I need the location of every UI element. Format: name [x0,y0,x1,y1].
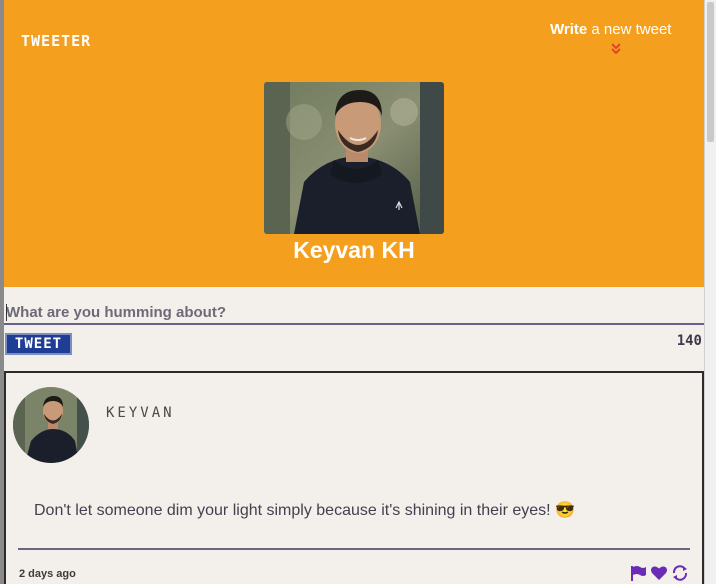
page-header: TWEETER Write a new tweet Keyvan KH [4,0,704,287]
tweet-divider [18,548,690,550]
write-tweet-toggle-rest: a new tweet [587,21,672,38]
text-caret [6,304,7,321]
tweet-compose-input[interactable] [4,301,704,325]
tweet-submit-button[interactable]: TWEET [5,333,72,355]
tweet-text: Don't let someone dim your light simply … [34,502,575,519]
tweet-handle[interactable]: KEYVAN [106,405,175,421]
retweet-icon[interactable] [671,564,689,582]
tweet-avatar [13,387,89,463]
tweet-card: KEYVAN Don't let someone dim your light … [4,371,704,584]
tweet-actions [629,564,691,582]
character-counter: 140 [676,333,702,349]
brand-logo[interactable]: TWEETER [21,32,91,50]
flag-icon[interactable] [629,564,647,582]
heart-icon[interactable] [650,564,668,582]
chevron-double-down-icon[interactable] [611,43,621,57]
scrollbar-thumb[interactable] [707,2,714,142]
tweet-timestamp: 2 days ago [19,568,76,580]
write-tweet-toggle[interactable]: Write a new tweet [550,21,690,38]
profile-avatar [264,82,444,234]
write-tweet-toggle-strong: Write [550,21,588,38]
scrollbar[interactable] [704,0,716,584]
profile-name: Keyvan KH [293,237,415,263]
